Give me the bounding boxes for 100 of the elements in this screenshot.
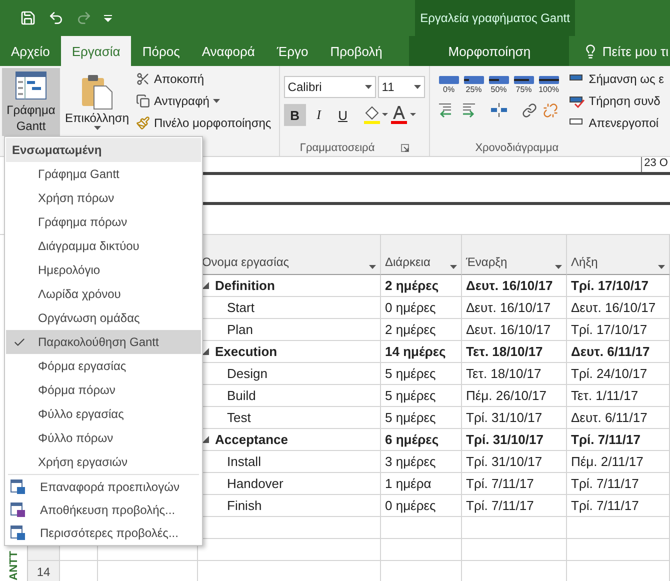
start-cell: Δευτ. 16/10/17 xyxy=(462,297,567,319)
underline-button[interactable]: U xyxy=(332,104,354,126)
duration-cell: 5 ημέρες xyxy=(381,407,462,429)
italic-button[interactable]: I xyxy=(308,104,330,126)
start-cell: Τρί. 31/10/17 xyxy=(462,429,567,451)
percent-complete-button[interactable]: 100% xyxy=(538,76,560,94)
duration-cell: 2 ημέρες xyxy=(381,319,462,341)
menu-item[interactable]: Γράφημα πόρων xyxy=(6,210,201,234)
percent-complete-button[interactable]: 0% xyxy=(438,76,460,94)
menu-item[interactable]: Φόρμα εργασίας xyxy=(6,354,201,378)
menu-item[interactable]: Λωρίδα χρόνου xyxy=(6,282,201,306)
duration-cell: 5 ημέρες xyxy=(381,385,462,407)
font-size-select[interactable]: 11 xyxy=(378,76,425,98)
menu-item[interactable]: Φύλλο εργασίας xyxy=(6,402,201,426)
copy-button[interactable]: Αντιγραφή xyxy=(134,90,274,112)
gantt-chart-icon xyxy=(15,70,47,102)
finish-cell: Τρί. 7/11/17 xyxy=(567,473,670,495)
view-bar-label: ANTT xyxy=(6,550,20,580)
menu-item[interactable]: Επαναφορά προεπιλογών xyxy=(6,475,201,498)
dialog-launcher-icon[interactable] xyxy=(400,144,409,152)
row-number: 14 xyxy=(28,561,60,581)
caret-icon xyxy=(414,85,421,89)
unlink-icon[interactable] xyxy=(542,102,558,118)
finish-cell: Τρί. 7/11/17 xyxy=(567,429,670,451)
gantt-chart-button[interactable]: Γράφημα Gantt xyxy=(2,68,60,136)
font-color-icon[interactable] xyxy=(390,105,416,125)
menu-item[interactable]: Γράφημα Gantt xyxy=(6,162,201,186)
percent-complete-button[interactable]: 75% xyxy=(512,76,535,94)
caret-icon xyxy=(213,99,220,103)
respect-links-button[interactable]: Τήρηση συνδ xyxy=(566,90,666,112)
collapse-triangle-icon[interactable] xyxy=(202,348,209,355)
bold-button[interactable]: B xyxy=(284,104,306,126)
tell-me-field[interactable]: Πείτε μου τι xyxy=(602,44,668,58)
ribbon-tab[interactable]: Έργο xyxy=(266,36,320,66)
finish-cell: Τετ. 1/11/17 xyxy=(567,385,670,407)
save-view-icon xyxy=(10,502,26,518)
outdent-icon[interactable] xyxy=(438,102,454,118)
menu-item[interactable]: Χρήση εργασιών xyxy=(6,450,201,474)
finish-cell: Δευτ. 6/11/17 xyxy=(567,341,670,363)
start-cell: Τρί. 7/11/17 xyxy=(462,495,567,517)
ribbon-tab[interactable]: Εργασία xyxy=(60,36,132,66)
menu-item[interactable]: Ημερολόγιο xyxy=(6,258,201,282)
inactivate-button[interactable]: Απενεργοποί xyxy=(566,112,666,134)
group-label: Γραμματοσειρά xyxy=(300,142,375,154)
ribbon-tab[interactable]: Αρχείο xyxy=(0,36,61,66)
split-task-icon[interactable] xyxy=(490,102,508,118)
ribbon-tab[interactable]: Προβολή xyxy=(319,36,394,66)
menu-item[interactable]: Χρήση πόρων xyxy=(6,186,201,210)
duration-cell: 3 ημέρες xyxy=(381,451,462,473)
duration-cell: 6 ημέρες xyxy=(381,429,462,451)
font-name-select[interactable]: Calibri xyxy=(284,76,376,98)
menu-item[interactable]: Περισσότερες προβολές... xyxy=(6,521,201,544)
fill-color-icon[interactable] xyxy=(362,105,388,125)
mark-on-track-button[interactable]: Σήμανση ως ε xyxy=(566,68,666,90)
menu-item[interactable]: Φόρμα πόρων xyxy=(6,378,201,402)
menu-item[interactable]: Διάγραμμα δικτύου xyxy=(6,234,201,258)
column-header[interactable]: Λήξη xyxy=(567,235,670,275)
menu-item[interactable]: Φύλλο πόρων xyxy=(6,426,201,450)
start-cell: Τετ. 18/10/17 xyxy=(462,363,567,385)
start-cell: Δευτ. 16/10/17 xyxy=(462,275,567,297)
ribbon-tab[interactable]: Αναφορά xyxy=(190,36,266,66)
duration-cell: 14 ημέρες xyxy=(381,341,462,363)
linked-check-icon xyxy=(568,94,585,108)
duration-cell: 2 ημέρες xyxy=(381,275,462,297)
reset-view-icon xyxy=(10,478,26,494)
finish-cell: Πέμ. 2/11/17 xyxy=(567,451,670,473)
scissors-icon xyxy=(136,72,150,86)
finish-cell: Τρί. 17/10/17 xyxy=(567,275,670,297)
link-icon[interactable] xyxy=(522,102,537,118)
collapse-triangle-icon[interactable] xyxy=(202,436,209,443)
cut-button[interactable]: Αποκοπή xyxy=(134,68,274,90)
column-header[interactable]: Έναρξη xyxy=(462,235,567,275)
filter-caret-icon xyxy=(555,265,562,269)
finish-cell: Τρί. 24/10/17 xyxy=(567,363,670,385)
finish-cell: Δευτ. 16/10/17 xyxy=(567,297,670,319)
menu-item[interactable]: Αποθήκευση προβολής... xyxy=(6,498,201,521)
ribbon-tab[interactable]: Πόρος xyxy=(131,36,191,66)
column-header[interactable]: Διάρκεια xyxy=(381,235,462,275)
filter-caret-icon xyxy=(658,265,665,269)
context-tools-title: Εργαλεία γραφήματος Gantt xyxy=(420,11,570,25)
percent-complete-button[interactable]: 25% xyxy=(462,76,485,94)
start-cell: Δευτ. 16/10/17 xyxy=(462,319,567,341)
group-label: Χρονοδιάγραμμα xyxy=(475,142,559,154)
menu-section-header: Ενσωματωμένη xyxy=(6,138,201,162)
start-cell: Τρί. 31/10/17 xyxy=(462,451,567,473)
start-cell: Τρί. 31/10/17 xyxy=(462,407,567,429)
format-painter-button[interactable]: Πινέλο μορφοποίησης xyxy=(134,112,274,134)
finish-cell: Δευτ. 6/11/17 xyxy=(567,407,670,429)
duration-cell: 5 ημέρες xyxy=(381,363,462,385)
start-cell: Τετ. 18/10/17 xyxy=(462,341,567,363)
paintbrush-icon xyxy=(136,116,150,130)
finish-cell: Τρί. 17/10/17 xyxy=(567,319,670,341)
duration-cell: 0 ημέρες xyxy=(381,297,462,319)
finish-cell: Τρί. 7/11/17 xyxy=(567,495,670,517)
collapse-triangle-icon[interactable] xyxy=(202,282,209,289)
ribbon-tab[interactable]: Μορφοποίηση xyxy=(409,36,570,66)
menu-item[interactable]: Παρακολούθηση Gantt xyxy=(6,330,201,354)
percent-complete-button[interactable]: 50% xyxy=(488,76,510,94)
filter-caret-icon xyxy=(450,265,457,269)
menu-item[interactable]: Οργάνωση ομάδας xyxy=(6,306,201,330)
